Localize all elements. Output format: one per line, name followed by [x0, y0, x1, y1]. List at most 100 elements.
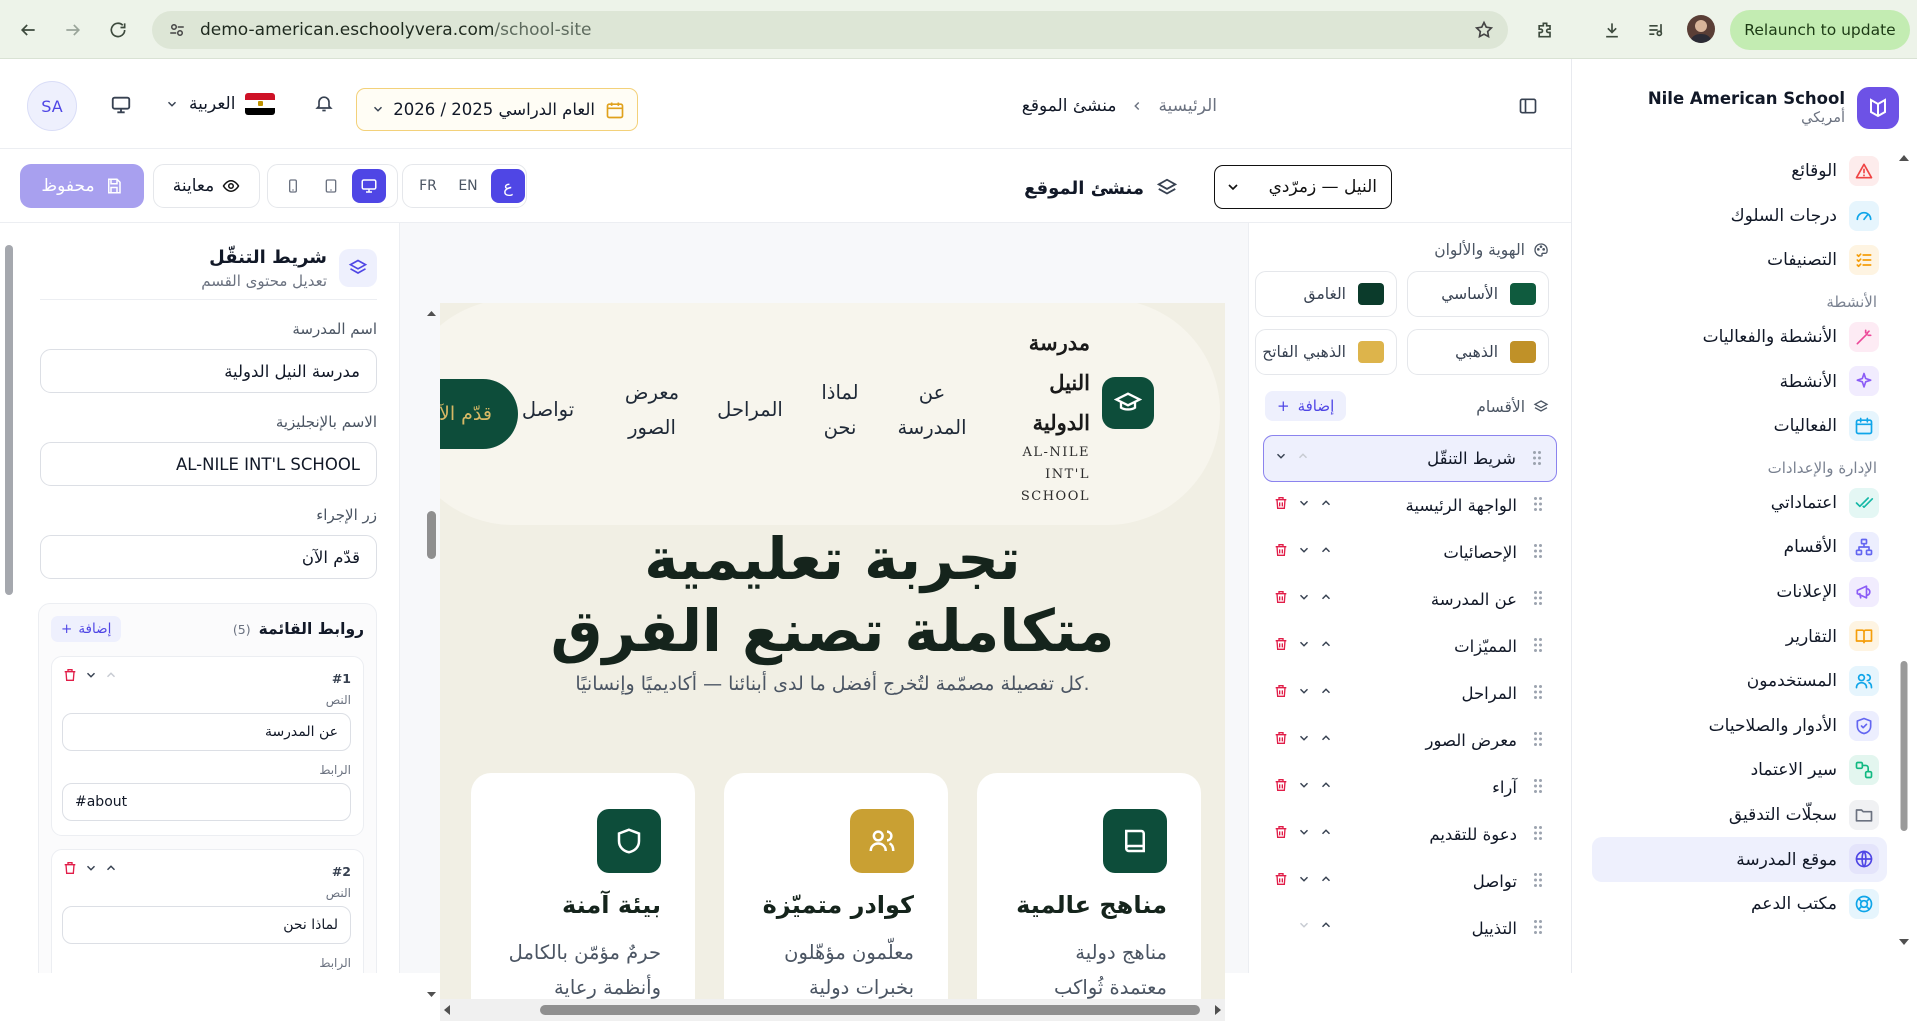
chevron-down-icon[interactable] [1297, 637, 1311, 651]
sidebar-item-check[interactable]: اعتماداتي [1592, 481, 1887, 526]
sidebar-item-sparkle[interactable]: الأنشطة [1592, 359, 1887, 404]
section-row[interactable]: الإحصائيات [1263, 529, 1557, 576]
chevron-down-icon[interactable] [1297, 496, 1311, 510]
chevron-up-icon[interactable] [1319, 778, 1333, 792]
drag-handle-icon[interactable] [1533, 637, 1543, 653]
trash-icon[interactable] [1273, 683, 1289, 699]
chevron-up-icon[interactable] [104, 668, 118, 682]
chevron-down-icon[interactable] [1297, 872, 1311, 886]
drag-handle-icon[interactable] [1533, 919, 1543, 935]
bell-icon[interactable] [314, 93, 334, 113]
link-url-input[interactable]: #about [62, 783, 351, 821]
chevron-down-icon[interactable] [1297, 590, 1311, 604]
cta-input[interactable]: قدّم الآن [40, 535, 377, 579]
chevron-down-icon[interactable] [1297, 825, 1311, 839]
section-row[interactable]: المراحل [1263, 670, 1557, 717]
tablet-device-icon[interactable] [314, 169, 348, 203]
section-row[interactable]: تواصل [1263, 858, 1557, 905]
language-switcher[interactable]: العربية [165, 89, 276, 119]
drag-handle-icon[interactable] [1533, 731, 1543, 747]
user-avatar[interactable]: SA [27, 81, 77, 131]
section-row[interactable]: آراء [1263, 764, 1557, 811]
trash-icon[interactable] [1273, 636, 1289, 652]
chevron-up-icon[interactable] [1319, 637, 1333, 651]
trash-icon[interactable] [1273, 495, 1289, 511]
chevron-down-icon[interactable] [1297, 684, 1311, 698]
chevron-down-icon[interactable] [1297, 543, 1311, 557]
address-bar[interactable]: demo-american.eschoolyvera.com/school-si… [152, 11, 1508, 49]
drag-handle-icon[interactable] [1533, 590, 1543, 606]
add-section-button[interactable]: + إضافة [1265, 391, 1347, 421]
chevron-down-icon[interactable] [84, 861, 98, 875]
drag-handle-icon[interactable] [1533, 496, 1543, 512]
color-dark[interactable]: الغامق [1255, 271, 1397, 317]
chevron-down-icon[interactable] [1297, 778, 1311, 792]
preview-horizontal-scrollbar[interactable] [440, 999, 1225, 1021]
sidebar-item-org[interactable]: الأقسام [1592, 525, 1887, 570]
drag-handle-icon[interactable] [1533, 684, 1543, 700]
sidebar-item-lifebuoy[interactable]: مكتب الدعم [1592, 882, 1887, 927]
chevron-down-icon[interactable] [1274, 449, 1288, 463]
downloads-icon[interactable] [1596, 14, 1628, 46]
chevron-up-icon[interactable] [1319, 684, 1333, 698]
theme-select[interactable]: النيل — زمرّدي [1214, 165, 1392, 209]
preview-nav-link-about[interactable]: عن المدرسة [892, 375, 972, 445]
preview-button[interactable]: معاينة [153, 164, 260, 208]
school-name-input[interactable]: مدرسة النيل الدولية [40, 349, 377, 393]
sidebar-item-workflow[interactable]: سير الاعتماد [1592, 748, 1887, 793]
trash-icon[interactable] [1273, 589, 1289, 605]
english-name-input[interactable]: AL-NILE INT'L SCHOOL [40, 442, 377, 486]
sidebar-scrollbar[interactable] [1899, 153, 1909, 953]
mobile-device-icon[interactable] [276, 169, 310, 203]
reload-icon[interactable] [102, 14, 134, 46]
sidebar-item-list-check[interactable]: التصنيفات [1592, 238, 1887, 283]
sidebar-item-megaphone[interactable]: الإعلانات [1592, 570, 1887, 615]
preview-nav-link-contact[interactable]: تواصل [508, 392, 588, 427]
chevron-down-icon[interactable] [1297, 918, 1311, 932]
chevron-up-icon[interactable] [1319, 731, 1333, 745]
monitor-icon[interactable] [110, 94, 132, 116]
sidebar-toggle-icon[interactable] [1518, 96, 1538, 116]
chevron-down-icon[interactable] [84, 668, 98, 682]
lang-en-tab[interactable]: EN [451, 169, 485, 203]
preview-nav-link-stages[interactable]: المراحل [710, 392, 790, 427]
drag-handle-icon[interactable] [1533, 543, 1543, 559]
sidebar-item-calendar[interactable]: الفعاليات [1592, 404, 1887, 449]
bookmark-star-icon[interactable] [1474, 20, 1494, 40]
color-gold[interactable]: الذهبي [1407, 329, 1549, 375]
sidebar-item-alert[interactable]: الوقائع [1592, 149, 1887, 194]
section-row[interactable]: معرض الصور [1263, 717, 1557, 764]
section-row[interactable]: عن المدرسة [1263, 576, 1557, 623]
site-settings-icon[interactable] [168, 21, 186, 39]
media-controls-icon[interactable] [1640, 14, 1672, 46]
sidebar-item-folder[interactable]: سجلّات التدقيق [1592, 793, 1887, 838]
drag-handle-icon[interactable] [1533, 825, 1543, 841]
chevron-up-icon[interactable] [1319, 543, 1333, 557]
extensions-icon[interactable] [1529, 14, 1561, 46]
saved-button[interactable]: محفوظ [20, 164, 144, 208]
trash-icon[interactable] [1273, 542, 1289, 558]
sidebar-item-gauge[interactable]: درجات السلوك [1592, 194, 1887, 239]
sidebar-item-wand[interactable]: الأنشطة والفعاليات [1592, 315, 1887, 360]
chevron-up-icon[interactable] [1319, 496, 1333, 510]
drag-handle-icon[interactable] [1533, 872, 1543, 888]
trash-icon[interactable] [1273, 777, 1289, 793]
link-text-input[interactable]: عن المدرسة [62, 713, 351, 751]
section-row[interactable]: التذييل [1263, 905, 1557, 952]
drag-handle-icon[interactable] [1533, 778, 1543, 794]
sidebar-item-users[interactable]: المستخدمون [1592, 659, 1887, 704]
trash-icon[interactable] [1273, 871, 1289, 887]
section-row[interactable]: شريط التنقّل [1263, 435, 1557, 482]
desktop-device-icon[interactable] [352, 169, 386, 203]
academic-year-select[interactable]: العام الدراسي 2025 / 2026 [356, 88, 638, 131]
trash-icon[interactable] [62, 667, 78, 683]
chevron-up-icon[interactable] [1319, 825, 1333, 839]
chevron-up-icon[interactable] [1319, 918, 1333, 932]
link-text-input[interactable]: لماذا نحن [62, 906, 351, 944]
add-link-button[interactable]: + إضافة [51, 616, 122, 642]
chevron-up-icon[interactable] [1319, 590, 1333, 604]
chevron-up-icon[interactable] [1319, 872, 1333, 886]
relaunch-button[interactable]: Relaunch to update [1730, 10, 1910, 50]
profile-avatar[interactable] [1687, 15, 1715, 43]
preview-vertical-scrollbar[interactable] [425, 306, 438, 1002]
